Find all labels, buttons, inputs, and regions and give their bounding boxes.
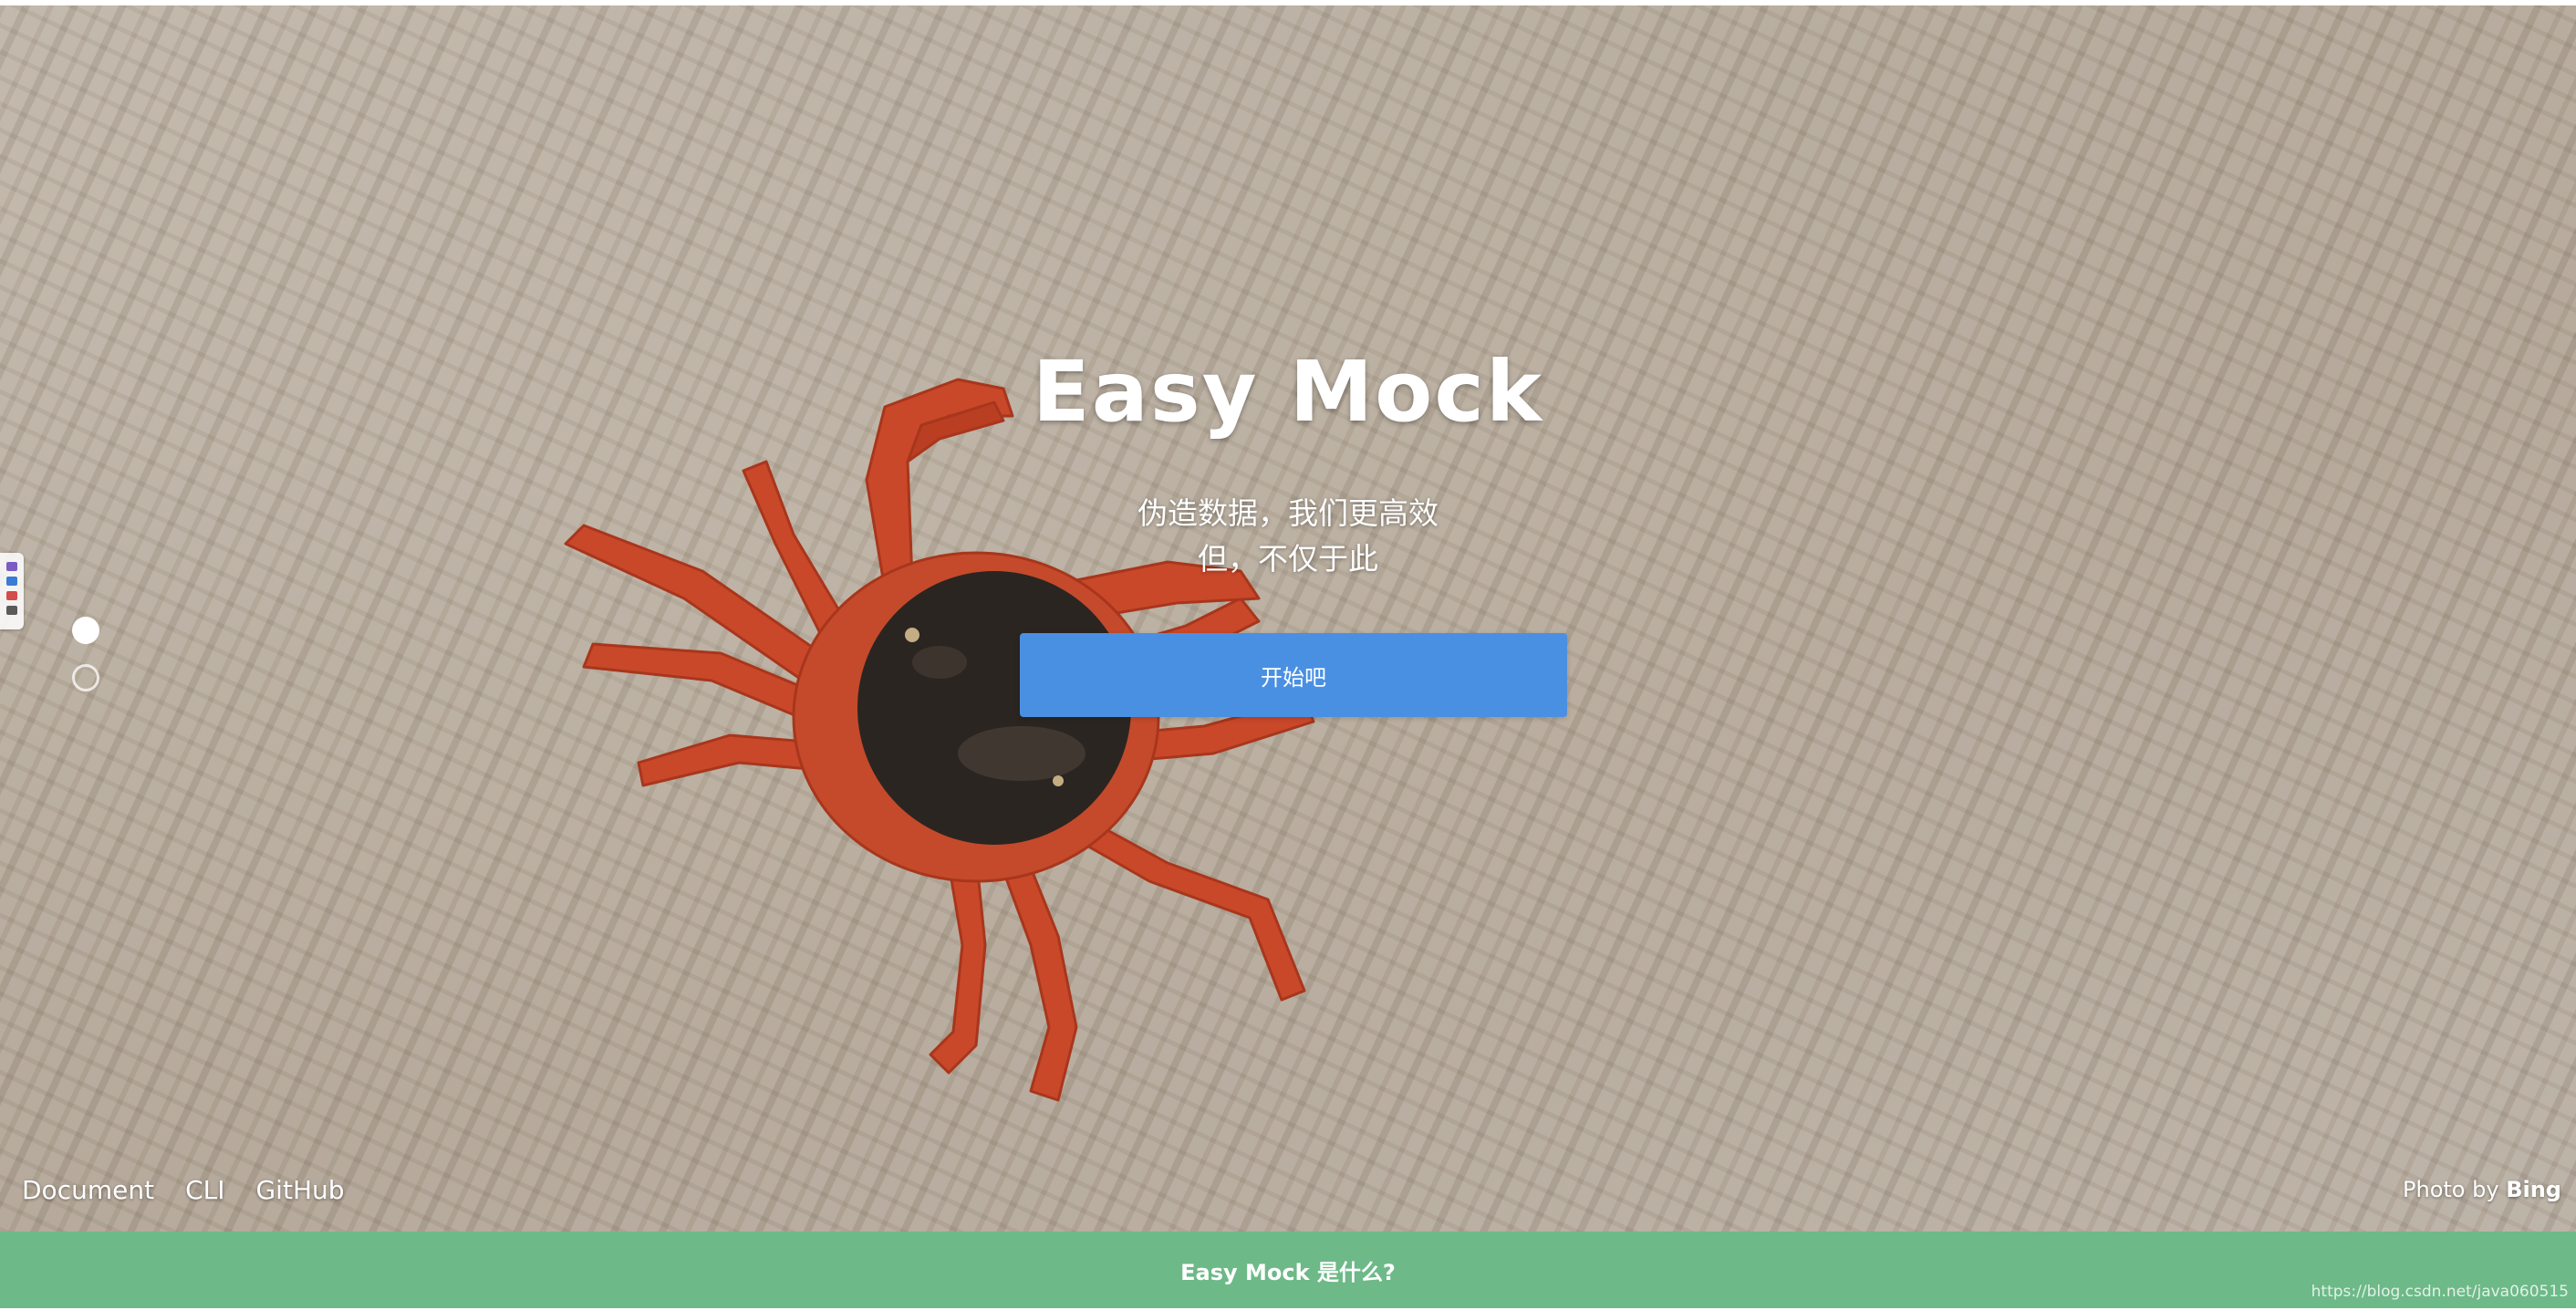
subtitle-line-1: 伪造数据，我们更高效 <box>1137 495 1439 531</box>
subtitle-line-2: 但，不仅于此 <box>1198 541 1378 577</box>
github-link[interactable]: GitHub <box>255 1175 344 1205</box>
crab-image <box>564 378 1315 1102</box>
palette-swatch <box>6 577 17 586</box>
app-title: Easy Mock <box>1032 343 1544 441</box>
pagination-dot-2[interactable] <box>72 664 99 691</box>
photo-by-label: Photo by <box>2403 1177 2499 1202</box>
slide-pagination <box>72 617 103 712</box>
url-watermark: https://blog.csdn.net/java060515 <box>2311 1283 2569 1301</box>
palette-swatch <box>6 606 17 615</box>
side-palette-widget[interactable] <box>0 553 24 629</box>
what-is-easy-mock-bar[interactable]: Easy Mock 是什么? <box>0 1232 2576 1308</box>
palette-swatch <box>6 591 17 600</box>
start-button[interactable]: 开始吧 <box>1020 633 1567 717</box>
pagination-dot-1[interactable] <box>72 617 99 644</box>
bottom-bar-label: Easy Mock 是什么? <box>1180 1259 1396 1285</box>
document-link[interactable]: Document <box>22 1175 154 1205</box>
cli-link[interactable]: CLI <box>185 1175 224 1205</box>
photo-source[interactable]: Bing <box>2506 1177 2561 1202</box>
palette-swatch <box>6 562 17 571</box>
photo-credit: Photo by Bing <box>2403 1177 2561 1202</box>
footer-links: Document CLI GitHub <box>22 1175 345 1205</box>
hero-background: Easy Mock 伪造数据，我们更高效 但，不仅于此 开始吧 Document… <box>0 5 2576 1232</box>
landing-page: Easy Mock 伪造数据，我们更高效 但，不仅于此 开始吧 Document… <box>0 0 2576 1310</box>
